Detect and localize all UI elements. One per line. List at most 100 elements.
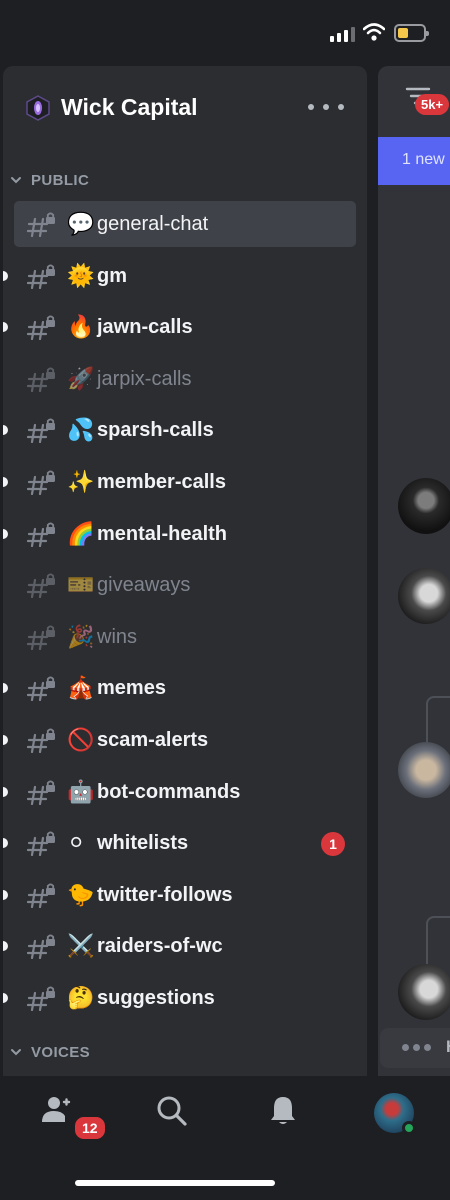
server-icon	[26, 95, 50, 121]
channel-gm[interactable]: 🌞 gm	[3, 253, 356, 299]
channel-emoji: 🤔	[67, 985, 95, 1010]
mention-badge: 1	[321, 832, 345, 857]
typing-indicator: H	[380, 1028, 450, 1068]
wifi-icon	[363, 23, 385, 41]
nav-notifications[interactable]	[266, 1094, 306, 1134]
channel-wins[interactable]: 🎉 wins	[14, 614, 356, 660]
reply-connector	[426, 916, 450, 966]
locked-hash-icon	[27, 315, 55, 341]
nav-friends[interactable]: 12	[40, 1094, 108, 1142]
server-name: Wick Capital	[61, 94, 198, 120]
category-voices[interactable]: VOICES	[3, 1038, 367, 1066]
channel-bot-commands[interactable]: 🤖 bot-commands	[3, 769, 356, 815]
channel-name: gm	[97, 264, 127, 287]
channel-member-calls[interactable]: ✨ member-calls	[3, 459, 356, 505]
unread-indicator	[3, 735, 8, 745]
channel-general-chat[interactable]: 💬 general-chat	[14, 201, 356, 247]
channel-emoji: 🎪	[67, 675, 95, 701]
channel-name: sparsh-calls	[97, 419, 214, 442]
threads-badge: 5k+	[415, 94, 450, 115]
home-indicator[interactable]	[75, 1180, 275, 1186]
channel-emoji: 🔥	[67, 314, 95, 340]
chat-peek-panel[interactable]: 5k+ 1 new H	[378, 66, 450, 1076]
channel-emoji: 🐤	[67, 881, 95, 907]
nav-search[interactable]	[155, 1094, 195, 1134]
unread-indicator	[3, 322, 8, 333]
locked-hash-icon	[27, 728, 55, 753]
cellular-signal-icon	[330, 26, 355, 42]
channel-memes[interactable]: 🎪 memes	[3, 665, 356, 711]
channel-emoji: ⚪	[67, 830, 86, 856]
new-messages-banner[interactable]: 1 new	[378, 137, 450, 185]
channel-name: member-calls	[97, 471, 226, 493]
channel-name: whitelists	[97, 832, 189, 855]
app-screen: Wick Capital PUBLIC 💬 general-chat 🌞 gm 🔥 jaw…	[0, 0, 450, 1200]
channel-sparsh-calls[interactable]: 💦 sparsh-calls	[3, 407, 356, 453]
channel-twitter-follows[interactable]: 🐤 twitter-follows	[3, 872, 356, 918]
channel-drawer: Wick Capital PUBLIC 💬 general-chat 🌞 gm 🔥 jaw…	[3, 66, 367, 1076]
channel-name: suggestions	[97, 987, 215, 1009]
channel-emoji: 🚀	[67, 365, 95, 391]
new-messages-label: 1 new	[402, 151, 445, 168]
locked-hash-icon	[27, 831, 55, 857]
nav-profile-avatar[interactable]	[374, 1093, 416, 1135]
category-public[interactable]: PUBLIC	[3, 166, 367, 194]
avatar[interactable]	[398, 964, 450, 1020]
category-label: VOICES	[31, 1043, 91, 1061]
channel-giveaways[interactable]: 🎫 giveaways	[14, 562, 356, 608]
channel-name: bot-commands	[97, 780, 241, 803]
channel-raiders-of-wc[interactable]: ⚔️ raiders-of-wc	[3, 923, 356, 969]
channel-suggestions[interactable]: 🤔 suggestions	[3, 975, 356, 1021]
locked-hash-icon	[27, 780, 55, 805]
locked-hash-icon	[27, 625, 55, 650]
locked-hash-icon	[27, 986, 55, 1011]
channel-emoji: 🤖	[67, 778, 95, 804]
reply-connector	[426, 696, 450, 746]
unread-indicator	[3, 941, 8, 952]
channel-name: raiders-of-wc	[97, 935, 223, 958]
status-bar	[0, 0, 450, 66]
locked-hash-icon	[27, 367, 55, 392]
unread-indicator	[3, 477, 8, 487]
channel-jawn-calls[interactable]: 🔥 jawn-calls	[3, 304, 356, 350]
server-header[interactable]: Wick Capital	[3, 84, 367, 130]
channel-emoji: 💬	[67, 211, 95, 236]
unread-indicator	[3, 683, 8, 694]
online-status-dot	[402, 1121, 416, 1135]
battery-icon	[394, 24, 429, 42]
channel-emoji: 🎉	[67, 623, 95, 649]
channel-name: scam-alerts	[97, 729, 209, 751]
channel-emoji: 💦	[67, 417, 95, 443]
chevron-down-icon	[11, 177, 21, 184]
locked-hash-icon	[27, 470, 55, 495]
channel-name: jarpix-calls	[97, 367, 192, 390]
chevron-down-icon	[11, 1049, 21, 1056]
chat-header: 5k+	[378, 66, 450, 130]
channel-name: memes	[97, 677, 166, 700]
channel-name: wins	[97, 625, 138, 648]
locked-hash-icon	[27, 264, 55, 289]
bottom-nav: 12	[0, 1076, 450, 1200]
channel-emoji: 🌞	[67, 262, 95, 288]
channel-name: mental-health	[97, 522, 228, 545]
channel-name: twitter-follows	[97, 883, 233, 906]
avatar[interactable]	[398, 568, 450, 624]
friends-badge: 12	[72, 1114, 108, 1142]
channel-mental-health[interactable]: 🌈 mental-health	[3, 511, 356, 557]
channel-emoji: 🚫	[67, 727, 95, 752]
channel-scam-alerts[interactable]: 🚫 scam-alerts	[3, 717, 356, 763]
channel-emoji: 🌈	[67, 520, 95, 546]
channel-whitelists[interactable]: ⚪ whitelists 1	[3, 820, 356, 866]
avatar[interactable]	[398, 742, 450, 798]
locked-hash-icon	[27, 883, 55, 908]
channel-name: giveaways	[97, 574, 191, 597]
channel-name: jawn-calls	[97, 316, 193, 339]
unread-indicator	[3, 993, 8, 1003]
channel-emoji: 🎫	[67, 572, 95, 598]
unread-indicator	[3, 528, 8, 539]
avatar[interactable]	[398, 478, 450, 534]
server-options-button[interactable]	[308, 98, 344, 116]
unread-indicator	[3, 889, 8, 900]
channel-jarpix-calls[interactable]: 🚀 jarpix-calls	[14, 356, 356, 402]
unread-indicator	[3, 838, 8, 849]
